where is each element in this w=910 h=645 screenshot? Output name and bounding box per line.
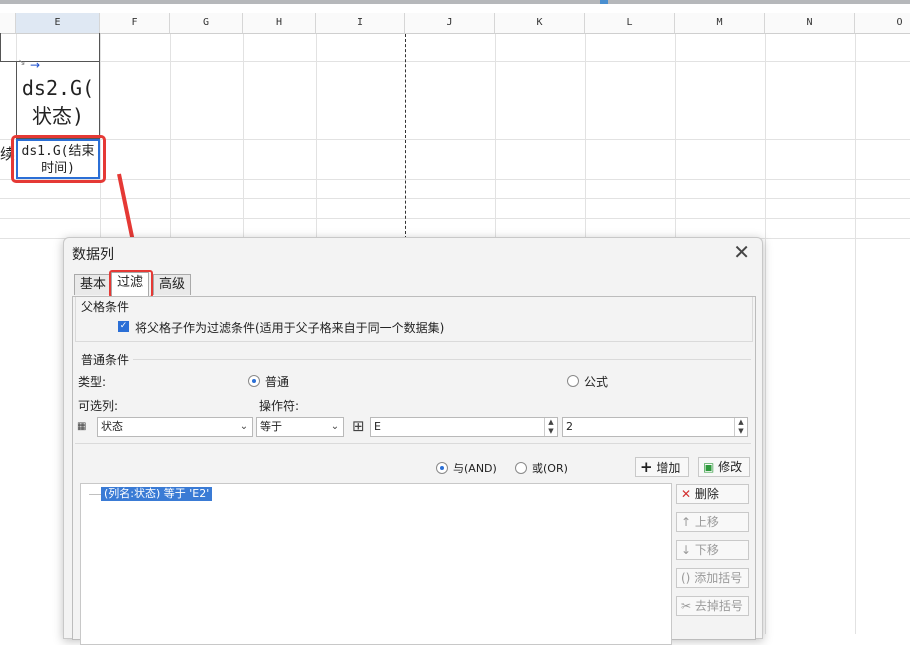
- add-bracket-label: 添加括号: [694, 571, 743, 585]
- tab-highlight: [109, 270, 153, 298]
- tree-line: [89, 494, 101, 495]
- move-down-button[interactable]: ↓ 下移: [676, 540, 749, 560]
- tab-basic[interactable]: 基本: [74, 274, 113, 295]
- remove-bracket-label: 去掉括号: [694, 599, 743, 613]
- grid-picker-icon[interactable]: ⊞: [352, 417, 365, 435]
- condition-list[interactable]: (列名:状态) 等于 'E2': [80, 483, 672, 645]
- column-select[interactable]: 状态 ⌄: [97, 417, 253, 437]
- chevron-down-icon: ⌄: [239, 421, 249, 432]
- spinner-icon[interactable]: ▲ ▼: [734, 418, 747, 436]
- column-type-icon: ▦: [77, 421, 87, 432]
- filter-pane: 父格条件 ✓ 将父格子作为过滤条件(适用于父子格来自于同一个数据集) 普通条件 …: [72, 296, 756, 645]
- spinner-icon[interactable]: ▲ ▼: [544, 418, 557, 436]
- remove-bracket-button[interactable]: ✂ 去掉括号: [676, 596, 749, 616]
- value2-text: 2: [566, 420, 573, 433]
- logic-or-radio[interactable]: [515, 462, 527, 474]
- value2-input[interactable]: 2 ▲ ▼: [562, 417, 748, 437]
- move-up-label: 上移: [694, 515, 719, 529]
- section-divider: [133, 359, 751, 360]
- modify-button[interactable]: ▣ 修改: [698, 457, 750, 477]
- type-normal-label: 普通: [265, 375, 290, 389]
- add-bracket-button[interactable]: () 添加括号: [676, 568, 749, 588]
- data-column-dialog: 数据列 ✕ 基本 过滤 高级 父格条件 ✓ 将父格子作为过滤条件(适用于父子格来…: [63, 237, 763, 645]
- move-down-label: 下移: [694, 543, 719, 557]
- type-label: 类型:: [78, 375, 107, 389]
- delete-label: 删除: [694, 487, 719, 501]
- value1-text: E: [374, 420, 381, 433]
- column-label: 可选列:: [78, 399, 119, 413]
- close-icon[interactable]: ✕: [733, 240, 750, 264]
- arrow-up-icon: ↑: [681, 515, 692, 529]
- delete-button[interactable]: ✕ 删除: [676, 484, 749, 504]
- operator-label: 操作符:: [259, 399, 300, 413]
- type-formula-radio[interactable]: [567, 375, 579, 387]
- logic-and-label: 与(AND): [453, 462, 497, 475]
- operator-select-value: 等于: [260, 420, 282, 433]
- plus-icon: +: [640, 458, 653, 476]
- normal-section-title: 普通条件: [81, 353, 130, 367]
- parent-section-title: 父格条件: [81, 300, 130, 314]
- modify-label: 修改: [718, 460, 743, 474]
- delete-icon: ✕: [681, 487, 692, 501]
- divider: [75, 443, 751, 444]
- parent-filter-checkbox[interactable]: ✓: [118, 321, 129, 332]
- type-normal-radio[interactable]: [248, 375, 260, 387]
- arrow-down-icon: ↓: [681, 543, 692, 557]
- remove-bracket-icon: ✂: [681, 599, 692, 613]
- add-label: 增加: [656, 461, 681, 475]
- tab-advanced[interactable]: 高级: [153, 274, 192, 295]
- modify-icon: ▣: [703, 460, 715, 474]
- column-select-value: 状态: [101, 420, 123, 433]
- bracket-icon: (): [681, 571, 691, 585]
- logic-or-label: 或(OR): [532, 462, 568, 475]
- operator-select[interactable]: 等于 ⌄: [256, 417, 344, 437]
- add-button[interactable]: + 增加: [635, 457, 689, 477]
- type-formula-label: 公式: [584, 375, 609, 389]
- parent-filter-label: 将父格子作为过滤条件(适用于父子格来自于同一个数据集): [135, 321, 445, 335]
- condition-item[interactable]: (列名:状态) 等于 'E2': [101, 487, 213, 501]
- logic-and-radio[interactable]: [436, 462, 448, 474]
- chevron-down-icon: ⌄: [330, 421, 340, 432]
- move-up-button[interactable]: ↑ 上移: [676, 512, 749, 532]
- dialog-title: 数据列: [72, 247, 114, 263]
- value1-input[interactable]: E ▲ ▼: [370, 417, 558, 437]
